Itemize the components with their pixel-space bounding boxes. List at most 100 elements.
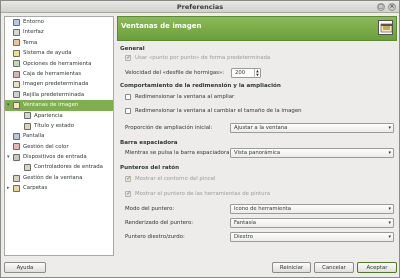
- chevron-down-icon: ▾: [388, 125, 391, 131]
- sidebar-item-label: Rejilla predeterminada: [23, 91, 85, 98]
- resize-on-change-checkbox[interactable]: [125, 108, 131, 114]
- initial-zoom-label: Proporción de ampliación inicial:: [125, 125, 213, 131]
- preferences-sidebar: Entorno Interfaz Tema Sistema de ayuda Opcio…: [4, 16, 114, 256]
- sidebar-item-environment[interactable]: Entorno: [5, 17, 113, 27]
- folders-icon: [13, 184, 20, 192]
- close-icon[interactable]: ×: [388, 3, 396, 11]
- sidebar-item-color-management[interactable]: Gestión del color: [5, 142, 113, 152]
- pointer-render-label: Renderizado del puntero:: [125, 220, 194, 226]
- sidebar-item-window-management[interactable]: Gestión de la ventana: [5, 173, 113, 183]
- image-windows-icon: [378, 20, 393, 35]
- window-management-icon: [13, 174, 20, 182]
- sidebar-item-label: Imagen predeterminada: [23, 81, 89, 88]
- default-image-icon: [13, 81, 20, 89]
- sidebar-item-input-devices[interactable]: ▾ Dispositivos de entrada: [5, 152, 113, 162]
- sidebar-item-label: Ventanas de imagen: [23, 102, 79, 109]
- marching-ants-spinbutton[interactable]: 200 ▲ ▼: [231, 68, 261, 78]
- sidebar-item-label: Gestión de la ventana: [23, 174, 83, 181]
- sidebar-item-grid[interactable]: Rejilla predeterminada: [5, 90, 113, 100]
- chevron-down-icon: ▾: [388, 234, 391, 240]
- initial-zoom-combo[interactable]: Ajustar a la ventana ▾: [230, 123, 394, 133]
- initial-zoom-value: Ajustar a la ventana: [234, 125, 288, 131]
- page-header: Ventanas de imagen: [117, 16, 397, 41]
- input-devices-icon: [13, 153, 20, 161]
- sidebar-item-label: Controladores de entrada: [34, 164, 103, 171]
- dot-for-dot-label: Usar «punto por punto» de forma predeter…: [135, 55, 271, 61]
- sidebar-item-display[interactable]: Pantalla: [5, 131, 113, 141]
- color-management-icon: [13, 143, 20, 151]
- sidebar-item-label: Tema: [23, 39, 38, 46]
- help-icon: [13, 49, 20, 57]
- spin-arrows[interactable]: ▲ ▼: [254, 69, 260, 78]
- resize-on-zoom-checkbox[interactable]: [125, 94, 131, 100]
- resize-on-change-label: Redimensionar la ventana al cambiar el t…: [135, 108, 302, 114]
- interface-icon: [13, 29, 20, 37]
- sidebar-item-appearance[interactable]: Apariencia: [5, 111, 113, 121]
- input-controllers-icon: [24, 164, 31, 172]
- section-zoom: Comportamiento de la redimensión y la am…: [120, 83, 281, 89]
- tool-options-icon: [13, 60, 20, 68]
- reset-button[interactable]: Reiniciar: [272, 262, 311, 273]
- dot-for-dot-checkbox[interactable]: [125, 54, 131, 61]
- sidebar-item-help[interactable]: Sistema de ayuda: [5, 48, 113, 58]
- sidebar-item-label: Apariencia: [34, 112, 63, 119]
- window-title: Preferencias: [176, 3, 224, 11]
- space-bar-label: Mientras se pulsa la barra espaciadora:: [125, 150, 232, 156]
- environment-icon: [13, 18, 20, 26]
- pointer-mode-label: Modo del puntero:: [125, 206, 175, 212]
- maximize-icon[interactable]: ▢: [377, 3, 385, 11]
- preferences-content: Ventanas de imagen General Usar «punto p…: [117, 16, 397, 256]
- sidebar-item-folders[interactable]: ▸ Carpetas: [5, 183, 113, 193]
- sidebar-item-label: Dispositivos de entrada: [23, 154, 87, 161]
- space-bar-value: Vista panorámica: [234, 150, 281, 156]
- pointer-render-value: Fantasía: [234, 220, 256, 226]
- sidebar-item-label: Carpetas: [23, 185, 48, 192]
- expander-collapsed-icon[interactable]: ▸: [7, 183, 10, 193]
- paint-pointer-label: Mostrar el puntero de las herramientas d…: [135, 191, 271, 197]
- section-space-bar: Barra espaciadora: [120, 140, 178, 146]
- sidebar-item-tool-options[interactable]: Opciones de herramienta: [5, 59, 113, 69]
- resize-on-zoom-label: Redimensionar la ventana al ampliar: [135, 94, 235, 100]
- marching-ants-value: 200: [235, 70, 246, 76]
- sidebar-item-theme[interactable]: Tema: [5, 38, 113, 48]
- pointer-render-combo[interactable]: Fantasía ▾: [230, 218, 394, 228]
- cancel-button[interactable]: Cancelar: [314, 262, 354, 273]
- sidebar-item-label: Interfaz: [23, 29, 44, 36]
- pointer-handedness-label: Puntero diestro/zurdo:: [125, 234, 185, 240]
- chevron-down-icon: ▾: [388, 150, 391, 156]
- pointer-handedness-value: Diestro: [234, 234, 253, 240]
- image-windows-icon: [13, 101, 20, 109]
- brush-outline-checkbox[interactable]: [125, 175, 131, 182]
- preferences-dialog: Preferencias ▢ × Entorno Interfaz Tema Sist…: [0, 0, 400, 278]
- sidebar-item-interface[interactable]: Interfaz: [5, 27, 113, 37]
- brush-outline-label: Mostrar el contorno del pincel: [135, 176, 216, 182]
- sidebar-item-label: Pantalla: [23, 133, 45, 140]
- accept-button[interactable]: Aceptar: [357, 262, 397, 273]
- pointer-handedness-combo[interactable]: Diestro ▾: [230, 232, 394, 242]
- sidebar-item-label: Caja de herramientas: [23, 70, 82, 77]
- sidebar-item-input-controllers[interactable]: Controladores de entrada: [5, 162, 113, 172]
- chevron-down-icon: ▾: [388, 206, 391, 212]
- paint-pointer-checkbox[interactable]: [125, 190, 131, 197]
- toolbox-icon: [13, 70, 20, 78]
- help-button[interactable]: Ayuda: [4, 262, 46, 273]
- sidebar-item-toolbox[interactable]: Caja de herramientas: [5, 69, 113, 79]
- space-bar-combo[interactable]: Vista panorámica ▾: [230, 148, 394, 158]
- spin-down-icon[interactable]: ▼: [255, 73, 260, 77]
- title-status-icon: [24, 122, 31, 130]
- expander-expanded-icon[interactable]: ▾: [7, 100, 10, 110]
- grid-icon: [13, 91, 20, 99]
- section-pointers: Punteros del ratón: [120, 165, 180, 171]
- sidebar-item-title-status[interactable]: Título y estado: [5, 121, 113, 131]
- title-bar: Preferencias ▢ ×: [1, 1, 399, 13]
- pointer-mode-combo[interactable]: Icono de herramienta ▾: [230, 204, 394, 214]
- sidebar-item-label: Gestión del color: [23, 143, 69, 150]
- expander-expanded-icon[interactable]: ▾: [7, 152, 10, 162]
- sidebar-item-label: Título y estado: [34, 122, 74, 129]
- display-icon: [13, 132, 20, 140]
- section-general: General: [120, 46, 145, 52]
- sidebar-item-image-windows[interactable]: ▾ Ventanas de imagen: [5, 100, 113, 111]
- sidebar-item-label: Entorno: [23, 19, 45, 25]
- appearance-icon: [24, 112, 31, 120]
- sidebar-item-default-image[interactable]: Imagen predeterminada: [5, 79, 113, 89]
